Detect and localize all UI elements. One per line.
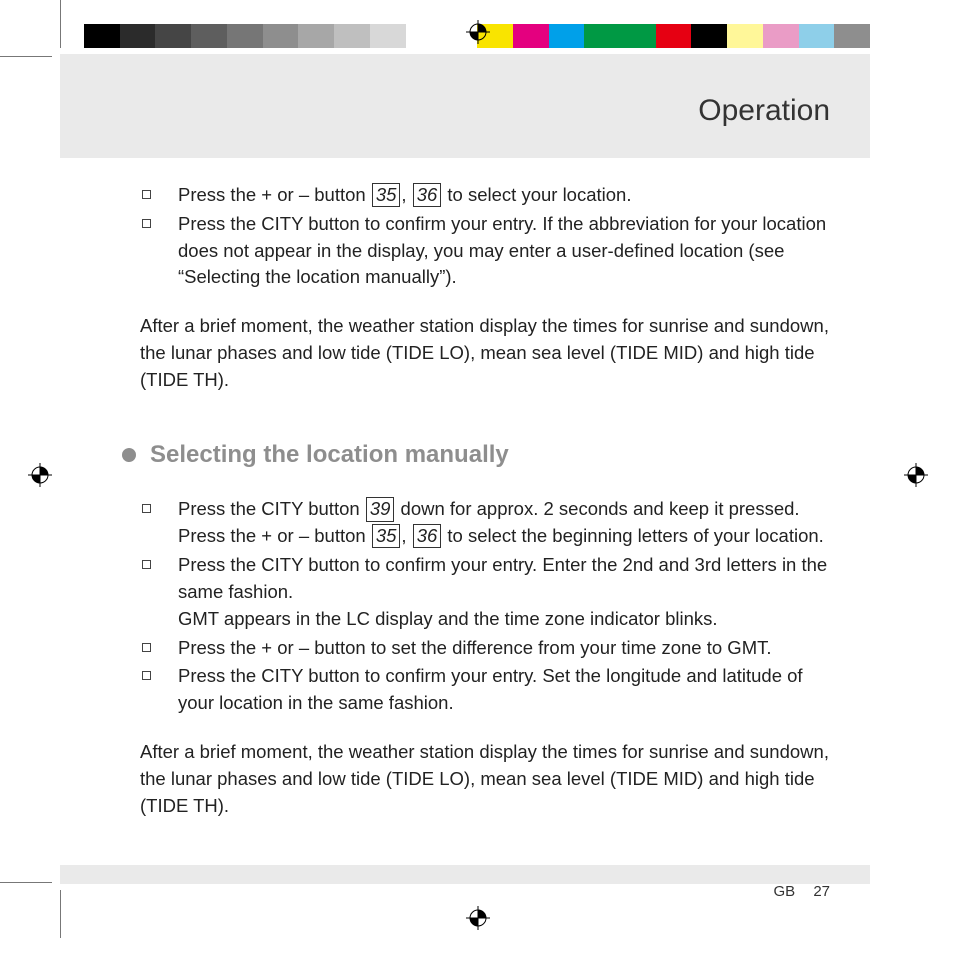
paragraph: After a brief moment, the weather statio…	[140, 739, 830, 819]
list-item: Press the + or – button to set the diffe…	[140, 635, 830, 662]
page: Operation Press the + or – button 35, 36…	[60, 54, 870, 884]
page-header: Operation	[60, 54, 870, 158]
registration-mark-icon	[904, 463, 928, 487]
registration-mark-icon	[28, 463, 52, 487]
ref-number: 36	[413, 524, 442, 548]
list-item: Press the CITY button to confirm your en…	[140, 211, 830, 291]
registration-mark-icon	[466, 906, 490, 930]
page-footer: GB 27	[60, 865, 870, 900]
section-heading: Selecting the location manually	[122, 438, 830, 473]
ref-number: 35	[372, 524, 401, 548]
footer-page-number: 27	[813, 883, 830, 900]
page-body: Press the + or – button 35, 36 to select…	[60, 158, 870, 865]
instruction-list: Press the CITY button 39 down for approx…	[140, 496, 830, 717]
page-title: Operation	[698, 94, 830, 127]
footer-language: GB	[773, 883, 795, 900]
registration-mark-icon	[466, 20, 490, 44]
list-item: Press the + or – button 35, 36 to select…	[140, 182, 830, 209]
list-item: Press the CITY button to confirm your en…	[140, 552, 830, 632]
ref-number: 36	[413, 183, 442, 207]
list-item: Press the CITY button 39 down for approx…	[140, 496, 830, 550]
bullet-icon	[122, 448, 136, 462]
section-title: Selecting the location manually	[150, 438, 509, 473]
paragraph: After a brief moment, the weather statio…	[140, 313, 830, 393]
ref-number: 35	[372, 183, 401, 207]
list-item: Press the CITY button to confirm your en…	[140, 663, 830, 717]
instruction-list: Press the + or – button 35, 36 to select…	[140, 182, 830, 291]
ref-number: 39	[366, 497, 395, 521]
